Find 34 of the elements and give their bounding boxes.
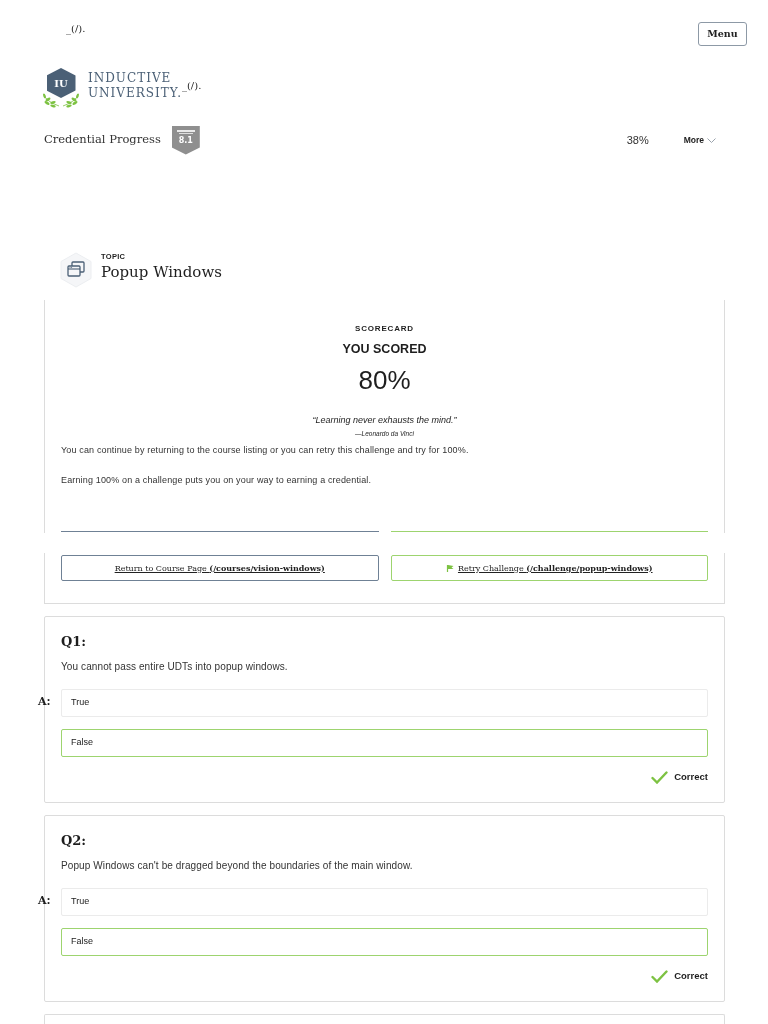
question-text: You cannot pass entire UDTs into popup windows. (61, 661, 288, 673)
result-label: Correct (674, 769, 708, 784)
answer-label: A: (38, 894, 51, 908)
logo-mark: IU (46, 68, 76, 98)
more-button[interactable]: More (683, 133, 716, 147)
stray-text: _(/). (181, 80, 202, 92)
scorecard-paragraph: You can continue by returning to the course listing or you can retry this challenge and try for 100%. (61, 444, 469, 456)
progress-percent: 38% (626, 132, 649, 148)
answer-option[interactable]: False (61, 928, 708, 956)
quote-text: “Learning never exhausts the mind.” (312, 414, 457, 426)
credential-progress-label: Credential Progress (44, 131, 161, 149)
scorecard-paragraph: Earning 100% on a challenge puts you on your way to earning a credential. (61, 474, 372, 486)
answer-label: A: (38, 695, 51, 709)
topic-title: Popup Windows (101, 263, 222, 281)
question-text: Popup Windows can't be dragged beyond the boundaries of the main window. (61, 860, 413, 872)
return-to-course-link[interactable]: Return to Course Page (/courses/vision-windows) (61, 555, 379, 581)
answer-option[interactable]: True (61, 888, 708, 916)
score-value: 80% (358, 366, 411, 394)
windows-icon (58, 252, 94, 288)
scorecard-eyebrow: SCORECARD (355, 323, 414, 335)
result-label: Correct (674, 968, 708, 983)
menu-button[interactable]: Menu (698, 22, 747, 46)
answer-option[interactable]: True (61, 689, 708, 717)
question-number: Q2: (61, 833, 87, 849)
retry-challenge-link[interactable]: Retry Challenge (/challenge/popup-windows) (390, 555, 708, 581)
question-number: Q1: (61, 634, 87, 650)
chevron-down-icon (707, 137, 716, 143)
stray-text: _(/). (66, 23, 86, 35)
credential-badge: 8.1 (171, 125, 200, 155)
answer-option[interactable]: False (61, 729, 708, 757)
score-heading: YOU SCORED (342, 341, 427, 357)
flag-icon (445, 564, 454, 572)
logo-wordmark: INDUCTIVE UNIVERSITY. (88, 71, 182, 101)
laurel-icon (42, 93, 80, 108)
